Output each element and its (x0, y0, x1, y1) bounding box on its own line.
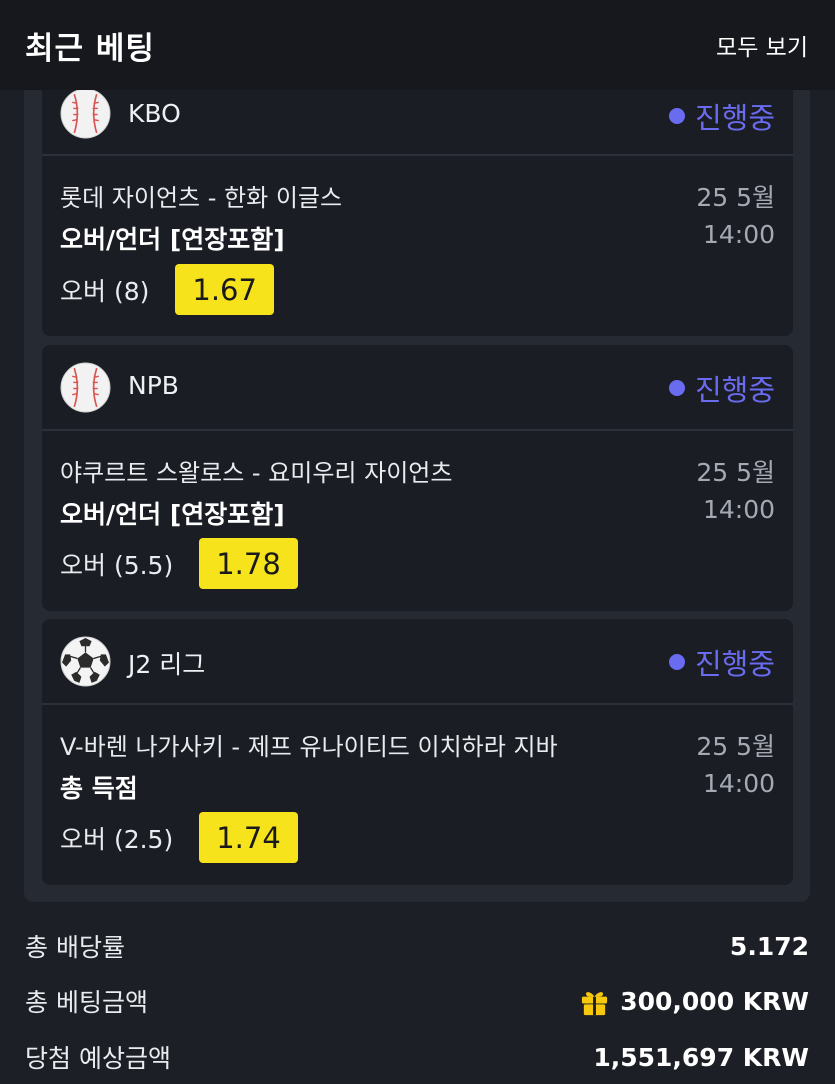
odds-badge[interactable]: 1.74 (199, 812, 298, 863)
status-dot-icon (668, 654, 685, 670)
gift-icon (582, 991, 608, 1015)
total-stake-value: 300,000 KRW (620, 986, 809, 1016)
baseball-icon (60, 88, 111, 139)
baseball-icon (60, 362, 111, 413)
bet-card: NPB 진행중 야쿠르트 스왈로스 - 요미우리 자이언츠 오버/언더 [연장포… (42, 345, 793, 611)
total-stake-label: 총 베팅금액 (25, 988, 148, 1017)
selection: 오버 (5.5) 1.78 (60, 538, 298, 589)
status-text: 진행중 (694, 373, 775, 407)
selection: 오버 (8) 1.67 (60, 264, 274, 315)
market-name: 오버/언더 [연장포함] (60, 225, 285, 254)
potential-win-row: 당첨 예상금액 1,551,697 KRW (25, 1039, 809, 1075)
league-name: NPB (128, 371, 179, 400)
potential-win-value: 1,551,697 KRW (593, 1042, 809, 1072)
page-title: 최근 베팅 (25, 30, 155, 67)
soccer-ball-icon (60, 636, 111, 687)
view-all-link[interactable]: 모두 보기 (716, 28, 808, 62)
odds-badge[interactable]: 1.67 (175, 264, 274, 315)
total-stake: 300,000 KRW (579, 986, 809, 1017)
status-text: 진행중 (694, 101, 775, 135)
total-odds-value: 5.172 (729, 931, 809, 961)
league-name: J2 리그 (128, 650, 206, 679)
status-badge: 진행중 (668, 641, 775, 683)
status-badge: 진행중 (668, 95, 775, 137)
selection-label: 오버 (8) (60, 276, 150, 306)
market-name: 오버/언더 [연장포함] (60, 500, 285, 529)
match-name: V-바렌 나가사키 - 제프 유나이티드 이치하라 지바 (60, 733, 558, 761)
match-date: 25 5월 (696, 458, 775, 487)
potential-win-label: 당첨 예상금액 (25, 1044, 171, 1073)
total-odds-label: 총 배당률 (25, 933, 125, 962)
status-text: 진행중 (694, 647, 775, 681)
total-odds-row: 총 배당률 5.172 (25, 928, 809, 964)
match-date: 25 5월 (696, 183, 775, 212)
bet-card-header: NPB 진행중 (42, 345, 793, 431)
bet-card: J2 리그 진행중 V-바렌 나가사키 - 제프 유나이티드 이치하라 지바 총… (42, 619, 793, 885)
bet-card-header: J2 리그 진행중 (42, 619, 793, 705)
match-time: 14:00 (702, 220, 775, 249)
market-name: 총 득점 (60, 774, 138, 803)
status-dot-icon (668, 108, 685, 124)
match-time: 14:00 (702, 495, 775, 524)
status-dot-icon (668, 380, 685, 396)
status-badge: 진행중 (668, 367, 775, 409)
odds-badge[interactable]: 1.78 (199, 538, 298, 589)
selection: 오버 (2.5) 1.74 (60, 812, 298, 863)
total-stake-row: 총 베팅금액 300,000 KRW (25, 983, 809, 1019)
league-name: KBO (128, 99, 181, 128)
bet-card: KBO 진행중 롯데 자이언츠 - 한화 이글스 오버/언더 [연장포함] 25… (42, 70, 793, 336)
match-name: 롯데 자이언츠 - 한화 이글스 (60, 184, 343, 212)
match-date: 25 5월 (696, 732, 775, 761)
match-name: 야쿠르트 스왈로스 - 요미우리 자이언츠 (60, 459, 453, 487)
selection-label: 오버 (2.5) (60, 824, 174, 854)
match-time: 14:00 (702, 769, 775, 798)
header: 최근 베팅 모두 보기 (0, 0, 835, 90)
selection-label: 오버 (5.5) (60, 550, 174, 580)
